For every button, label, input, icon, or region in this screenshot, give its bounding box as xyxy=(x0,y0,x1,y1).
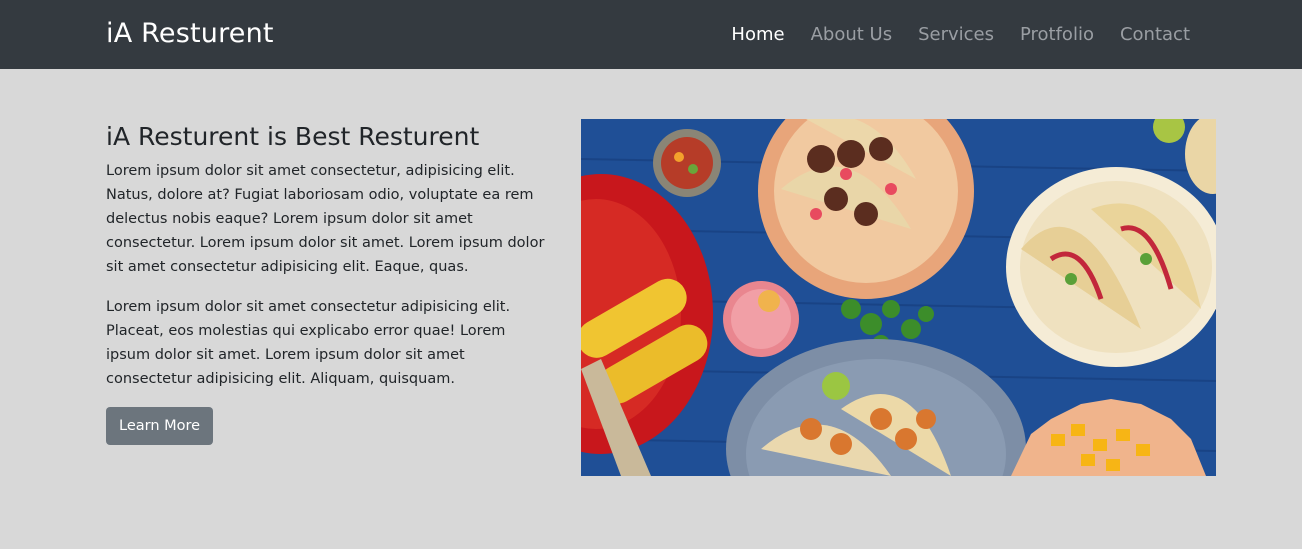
food-hero-image xyxy=(581,119,1216,476)
nav-item-contact: Contact xyxy=(1107,19,1203,51)
intro-paragraph-1: Lorem ipsum dolor sit amet consectetur, … xyxy=(106,163,545,275)
nav-item-portfolio: Protfolio xyxy=(1007,19,1107,51)
intro-section: iA Resturent is Best Resturent Lorem ips… xyxy=(106,119,554,445)
nav-link-portfolio[interactable]: Protfolio xyxy=(1007,19,1107,51)
section-heading: iA Resturent is Best Resturent xyxy=(106,122,480,151)
nav-link-contact[interactable]: Contact xyxy=(1107,19,1203,51)
nav-link-home[interactable]: Home xyxy=(718,19,797,51)
nav-item-home: Home xyxy=(718,19,797,51)
brand-logo-link[interactable]: iA Resturent xyxy=(106,14,274,54)
nav-item-about: About Us xyxy=(798,19,906,51)
learn-more-button[interactable]: Learn More xyxy=(106,407,214,445)
intro-paragraph-2: Lorem ipsum dolor sit amet consectetur a… xyxy=(106,299,511,387)
nav-menu: Home About Us Services Protfolio Contact xyxy=(718,19,1203,51)
nav-item-services: Services xyxy=(905,19,1007,51)
navbar: iA Resturent Home About Us Services Prot… xyxy=(0,0,1302,69)
nav-link-about-us[interactable]: About Us xyxy=(798,19,906,51)
tacos-table-illustration xyxy=(581,119,1216,476)
nav-link-services[interactable]: Services xyxy=(905,19,1007,51)
